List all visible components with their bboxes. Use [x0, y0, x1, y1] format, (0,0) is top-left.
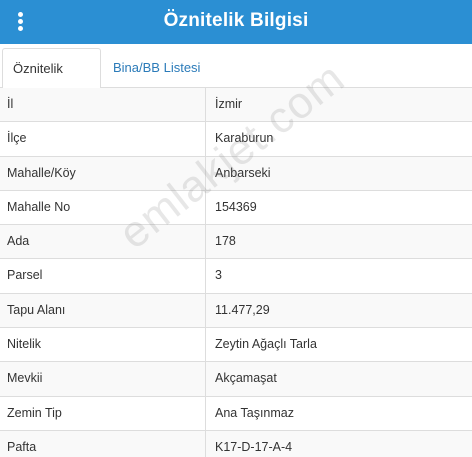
- row-label: İl: [0, 88, 206, 122]
- table-row: İlçe Karaburun: [0, 122, 472, 157]
- row-value: Akçamaşat: [215, 371, 277, 386]
- row-label: Nitelik: [0, 328, 206, 362]
- tab-bina-bb-listesi[interactable]: Bina/BB Listesi: [101, 48, 212, 89]
- row-value: Ana Taşınmaz: [215, 405, 294, 420]
- table-row: Ada 178: [0, 225, 472, 260]
- table-row: Parsel 3: [0, 259, 472, 294]
- row-value: 3: [215, 268, 222, 283]
- row-value: Karaburun: [215, 131, 274, 146]
- table-row: Mahalle/Köy Anbarseki: [0, 156, 472, 191]
- table-row: Mevkii Akçamaşat: [0, 362, 472, 397]
- row-value: İzmir: [215, 97, 243, 111]
- row-value: 178: [215, 234, 236, 249]
- attribute-table: İl İzmir İlçe Karaburun Mahalle/Köy Anba…: [0, 88, 472, 457]
- app-header: Öznitelik Bilgisi: [0, 0, 472, 44]
- row-value: 11.477,29: [215, 302, 270, 317]
- row-value: 154369: [215, 199, 257, 214]
- row-label: Zemin Tip: [0, 396, 206, 430]
- row-label: Mahalle No: [0, 190, 206, 225]
- row-label: İlçe: [0, 122, 206, 156]
- row-label: Ada: [0, 225, 206, 259]
- table-row: İl İzmir: [0, 88, 472, 123]
- row-label: Parsel: [0, 259, 206, 293]
- tab-oznitelik-bilgisi[interactable]: Öznitelik Bilgisi: [2, 48, 101, 116]
- row-label: Mahalle/Köy: [0, 156, 206, 190]
- table-row: Mahalle No 154369: [0, 190, 472, 226]
- page-title: Öznitelik Bilgisi: [163, 10, 309, 31]
- row-label: Pafta: [0, 430, 206, 457]
- row-label: Tapu Alanı: [0, 293, 206, 328]
- table-row: Nitelik Zeytin Ağaçlı Tarla: [0, 328, 472, 363]
- table-row: Zemin Tip Ana Taşınmaz: [0, 396, 472, 431]
- row-value: Anbarseki: [215, 165, 271, 180]
- table-row: Tapu Alanı 11.477,29: [0, 293, 472, 329]
- row-value: K17-D-17-A-4: [215, 439, 293, 454]
- row-label: Mevkii: [0, 362, 206, 396]
- row-value: Zeytin Ağaçlı Tarla: [215, 337, 317, 352]
- tab-bar: Öznitelik Bilgisi Bina/BB Listesi: [0, 44, 472, 116]
- table-row: Pafta K17-D-17-A-4: [0, 430, 472, 457]
